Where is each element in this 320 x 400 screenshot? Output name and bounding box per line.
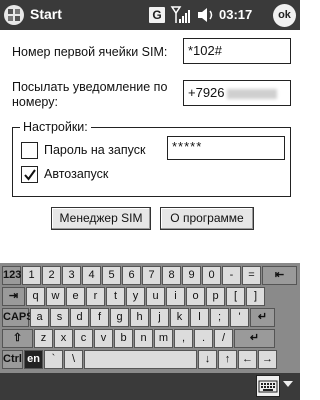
key-row3-5[interactable]: g [110, 308, 129, 327]
sim-manager-button[interactable]: Менеджер SIM [51, 207, 151, 230]
settings-legend: Настройки: [20, 120, 91, 134]
clock[interactable]: 03:17 [219, 7, 252, 22]
key-row3-6[interactable]: h [130, 308, 149, 327]
autostart-label[interactable]: Автозапуск [44, 167, 108, 182]
key-row4-5[interactable]: b [114, 329, 133, 348]
key-row4-3[interactable]: c [74, 329, 93, 348]
about-button[interactable]: О программе [160, 207, 254, 230]
soft-keyboard: 123 1 2 3 4 5 6 7 8 9 0- = ⇤ ⇥ q w e r t y u i o p[] CAPS a s d f g h j… [0, 263, 300, 373]
key-row2-5[interactable]: t [106, 287, 125, 306]
key-row4-11[interactable]: ↵ [234, 329, 275, 348]
key-row1-11[interactable]: - [222, 266, 241, 285]
windows-logo-icon[interactable] [3, 4, 25, 26]
key-row3-1[interactable]: a [30, 308, 49, 327]
phone-number-input[interactable]: +7926 [183, 80, 291, 106]
key-row2-6[interactable]: y [126, 287, 145, 306]
key-row1-1[interactable]: 1 [22, 266, 41, 285]
key-row1-4[interactable]: 4 [82, 266, 101, 285]
sim-cell-label: Номер первой ячейки SIM: [12, 45, 168, 59]
key-row4-1[interactable]: z [34, 329, 53, 348]
key-row2-11[interactable]: [ [226, 287, 245, 306]
key-row1-7[interactable]: 7 [142, 266, 161, 285]
key-row2-9[interactable]: o [186, 287, 205, 306]
checkmark-icon [24, 169, 36, 181]
key-row1-3[interactable]: 3 [62, 266, 81, 285]
key-row1-13[interactable]: ⇤ [262, 266, 297, 285]
key-row4-4[interactable]: v [94, 329, 113, 348]
key-row5-6[interactable]: ↑ [218, 350, 237, 369]
key-row4-7[interactable]: m [154, 329, 173, 348]
key-row3-10[interactable]: ; [210, 308, 229, 327]
key-row2-3[interactable]: e [66, 287, 85, 306]
password-label[interactable]: Пароль на запуск [44, 143, 145, 158]
key-row4-2[interactable]: x [54, 329, 73, 348]
key-row2-7[interactable]: u [146, 287, 165, 306]
phone-number-value: +7926 [188, 85, 225, 100]
notify-number-label: Посылать уведомление по номеру: [12, 80, 168, 109]
keyboard-glyph [258, 380, 278, 393]
key-row2-0[interactable]: ⇥ [2, 287, 25, 306]
key-row5-1[interactable]: en [24, 350, 43, 369]
key-row5-2[interactable]: ` [44, 350, 63, 369]
key-row1-6[interactable]: 6 [122, 266, 141, 285]
autostart-checkbox[interactable] [21, 166, 38, 183]
key-row5-7[interactable]: ← [238, 350, 257, 369]
key-row3-2[interactable]: s [50, 308, 69, 327]
key-row1-12[interactable]: = [242, 266, 261, 285]
key-row4-9[interactable]: . [194, 329, 213, 348]
menu-bar [0, 373, 300, 400]
key-row3-7[interactable]: j [150, 308, 169, 327]
key-row3-11[interactable]: ' [230, 308, 249, 327]
chevron-up-icon[interactable] [283, 381, 293, 387]
keyboard-icon[interactable] [256, 375, 280, 397]
key-row1-0[interactable]: 123 [2, 266, 21, 285]
key-row5-3[interactable]: \ [64, 350, 83, 369]
key-row2-12[interactable]: ] [246, 287, 265, 306]
key-row1-9[interactable]: 9 [182, 266, 201, 285]
ok-button[interactable]: ok [273, 4, 296, 27]
gprs-icon[interactable]: G [149, 7, 165, 23]
key-row1-5[interactable]: 5 [102, 266, 121, 285]
key-row3-4[interactable]: f [90, 308, 109, 327]
key-row5-0[interactable]: Ctrl [2, 350, 23, 369]
key-row2-10[interactable]: p [206, 287, 225, 306]
volume-icon[interactable] [196, 6, 216, 24]
window-title: Start [30, 6, 62, 22]
key-row1-10[interactable]: 0 [202, 266, 221, 285]
key-row1-8[interactable]: 8 [162, 266, 181, 285]
key-row4-0[interactable]: ⇧ [2, 329, 33, 348]
key-row4-8[interactable]: , [174, 329, 193, 348]
key-row3-3[interactable]: d [70, 308, 89, 327]
key-row2-4[interactable]: r [86, 287, 105, 306]
key-row2-8[interactable]: i [166, 287, 185, 306]
redacted-digits [226, 88, 277, 99]
key-row3-8[interactable]: k [170, 308, 189, 327]
title-bar: Start G 03:17 ok [0, 0, 300, 30]
key-row3-9[interactable]: l [190, 308, 209, 327]
key-row5-5[interactable]: ↓ [198, 350, 217, 369]
space-key[interactable] [84, 350, 197, 369]
signal-icon[interactable] [170, 5, 192, 25]
key-row4-6[interactable]: n [134, 329, 153, 348]
key-row1-2[interactable]: 2 [42, 266, 61, 285]
sim-cell-input[interactable]: *102# [183, 38, 291, 64]
key-row2-2[interactable]: w [46, 287, 65, 306]
key-row3-12[interactable]: ↵ [250, 308, 275, 327]
password-checkbox[interactable] [21, 142, 38, 159]
key-row4-10[interactable]: / [214, 329, 233, 348]
key-row3-0[interactable]: CAPS [2, 308, 34, 327]
key-row2-1[interactable]: q [26, 287, 45, 306]
password-input[interactable]: ***** [167, 136, 285, 160]
key-row5-8[interactable]: → [258, 350, 277, 369]
